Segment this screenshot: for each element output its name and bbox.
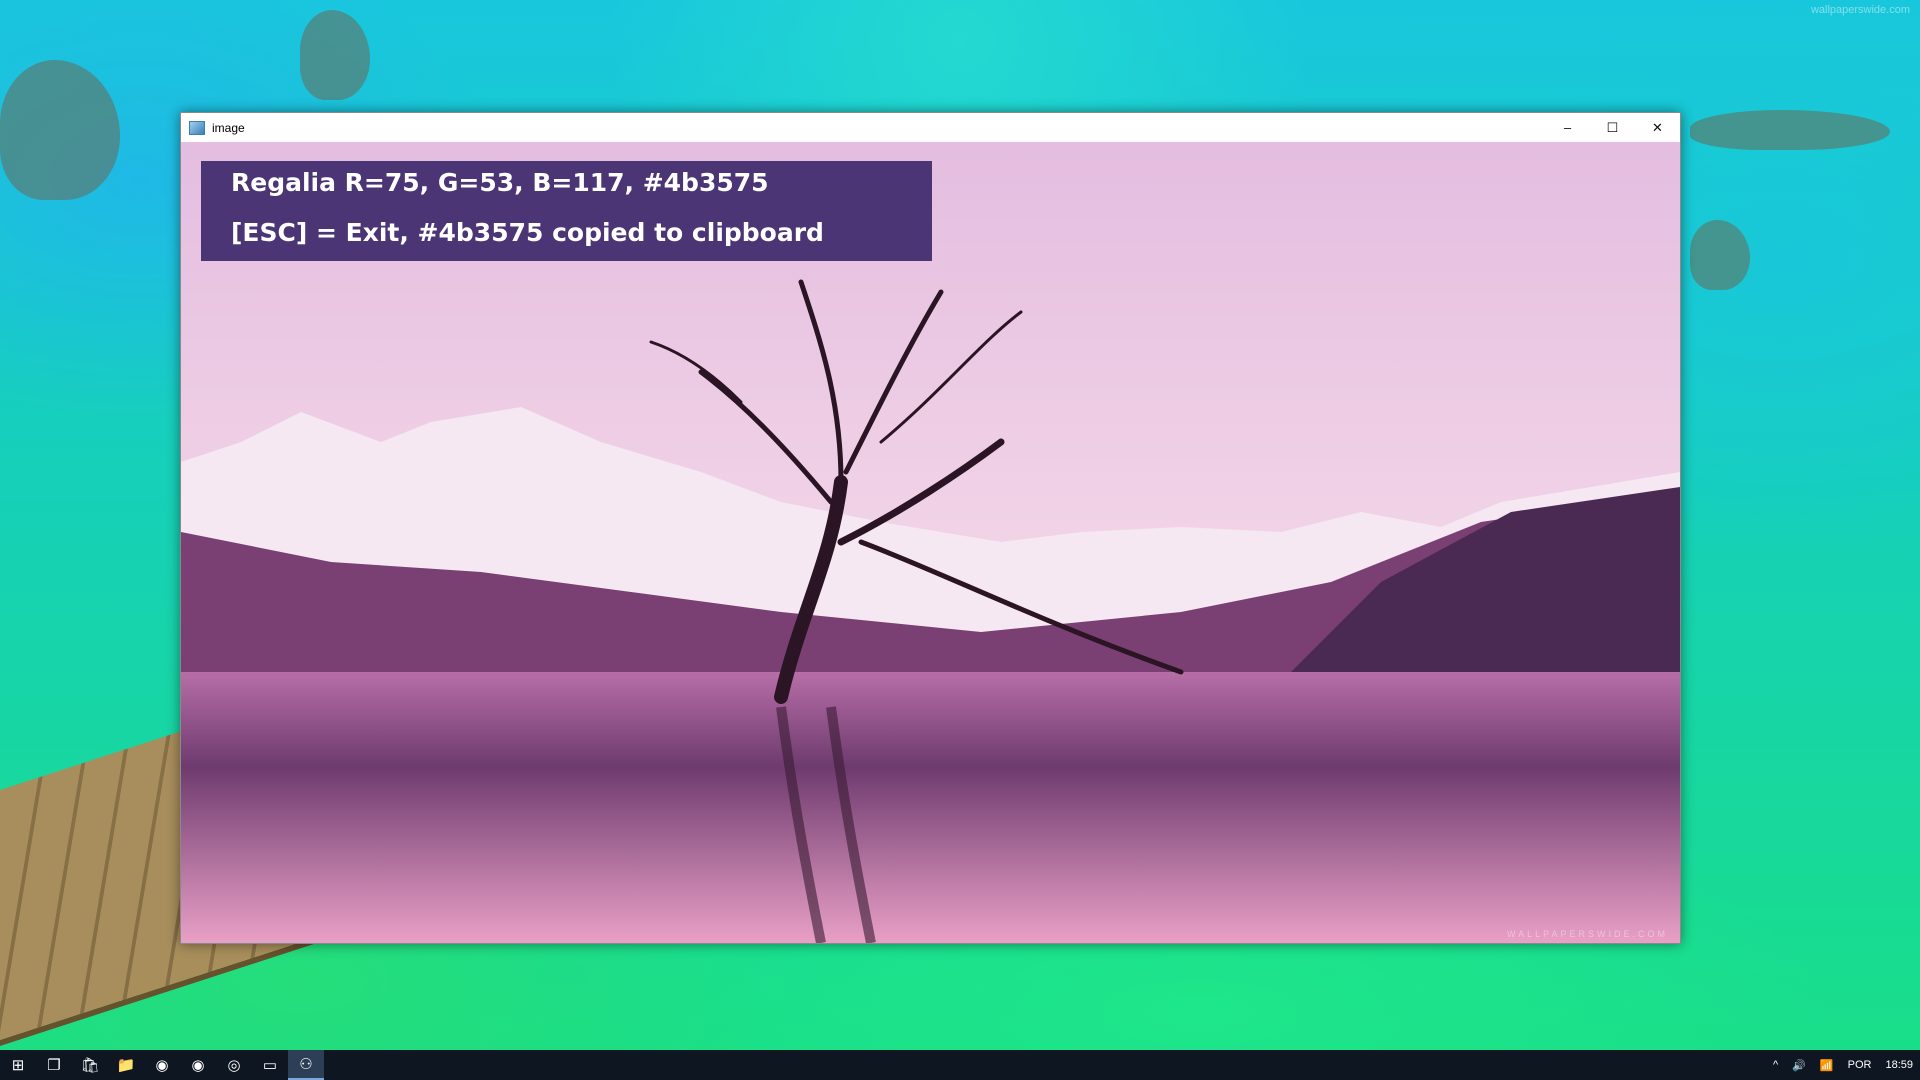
wallpaper-fish (300, 10, 370, 100)
image-canvas[interactable]: Regalia R=75, G=53, B=117, #4b3575 [ESC]… (181, 142, 1680, 943)
window-titlebar[interactable]: image – ☐ ✕ (181, 113, 1680, 142)
file-explorer-icon[interactable]: 📁 (108, 1050, 144, 1080)
python-app-icon[interactable]: ⚇ (288, 1050, 324, 1080)
window-controls: – ☐ ✕ (1545, 113, 1680, 142)
start-button[interactable]: ⊞ (0, 1050, 36, 1080)
landscape-image (181, 142, 1680, 943)
wallpaper-fish (0, 60, 120, 200)
clock[interactable]: 18:59 (1885, 1059, 1913, 1071)
lake (181, 672, 1680, 943)
system-tray: ^ 🔊 📶 POR 18:59 (1766, 1050, 1920, 1080)
close-button[interactable]: ✕ (1635, 113, 1680, 142)
terminal-icon[interactable]: ▭ (252, 1050, 288, 1080)
tray-chevron-icon[interactable]: ^ (1773, 1059, 1778, 1071)
app-icon (189, 120, 205, 135)
image-watermark: WALLPAPERSWIDE.COM (1506, 929, 1668, 939)
tor-browser-icon[interactable]: ◎ (216, 1050, 252, 1080)
color-values-text: Regalia R=75, G=53, B=117, #4b3575 (231, 168, 769, 197)
task-view-button[interactable]: ❐ (36, 1050, 72, 1080)
window-title: image (212, 120, 245, 135)
minimize-button[interactable]: – (1545, 113, 1590, 142)
instruction-text: [ESC] = Exit, #4b3575 copied to clipboar… (231, 218, 824, 247)
network-icon[interactable]: 📶 (1820, 1059, 1834, 1072)
maximize-button[interactable]: ☐ (1590, 113, 1635, 142)
chrome-icon[interactable]: ◉ (144, 1050, 180, 1080)
taskbar: ⊞ ❐ 🛍 📁 ◉ ◉ ◎ ▭ ⚇ ^ 🔊 📶 POR 18:59 (0, 1050, 1920, 1080)
wallpaper-watermark: wallpaperswide.com (1810, 4, 1910, 16)
image-window: image – ☐ ✕ Regalia R=75, G=53, B=117, #… (180, 112, 1681, 944)
wallpaper-fish (1690, 110, 1890, 150)
wallpaper-fish (1690, 220, 1750, 290)
color-info-overlay: Regalia R=75, G=53, B=117, #4b3575 [ESC]… (201, 161, 932, 261)
language-indicator[interactable]: POR (1848, 1059, 1872, 1071)
chrome-icon-2[interactable]: ◉ (180, 1050, 216, 1080)
store-app-icon[interactable]: 🛍 (72, 1050, 108, 1080)
volume-icon[interactable]: 🔊 (1792, 1059, 1806, 1072)
